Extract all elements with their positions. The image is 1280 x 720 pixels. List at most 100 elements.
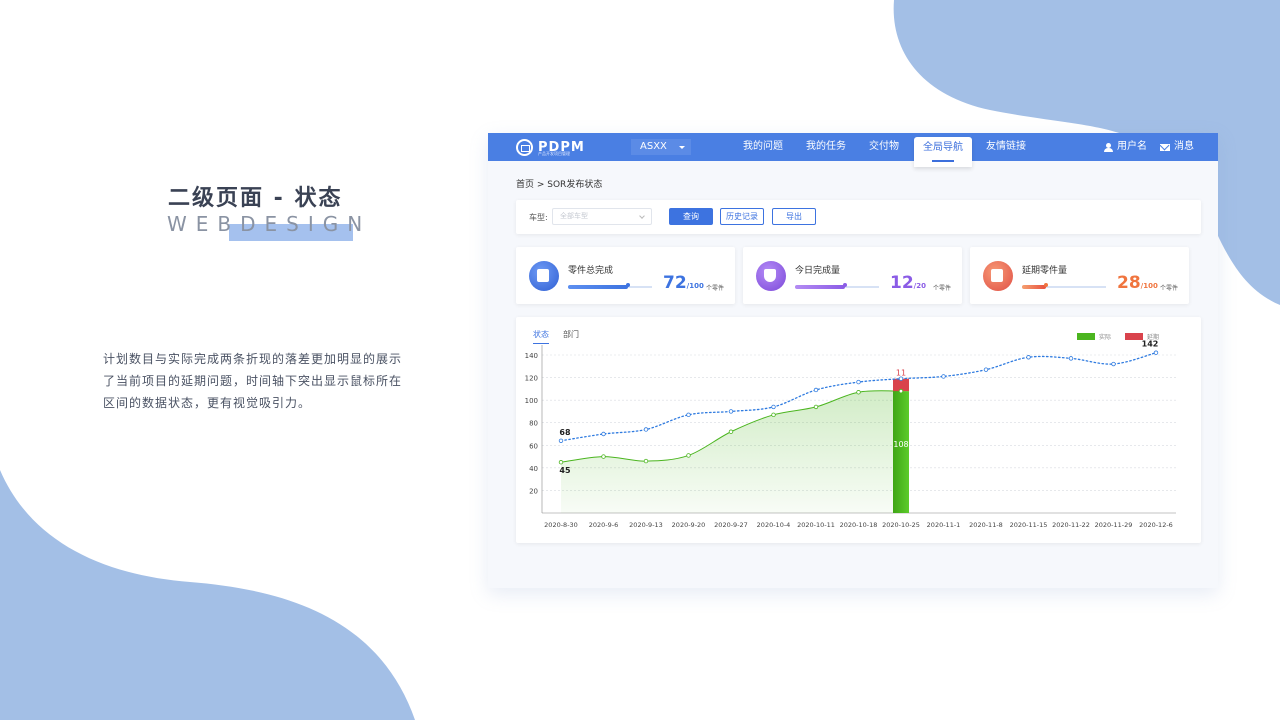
nav-item-global-nav[interactable]: 全局导航 — [914, 137, 972, 167]
x-tick-label: 2020-8-30 — [544, 521, 578, 529]
x-tick-label: 2020-12-6 — [1139, 521, 1173, 529]
actual-point — [601, 454, 606, 459]
stat-label: 零件总完成 — [568, 266, 614, 276]
y-tick-label: 20 — [529, 487, 538, 495]
nav-item-my-issues[interactable]: 我的问题 — [743, 133, 783, 161]
x-tick-label: 2020-9-27 — [714, 521, 748, 529]
plan-point — [983, 367, 989, 372]
y-tick-label: 80 — [529, 420, 538, 428]
y-tick-label: 140 — [525, 352, 538, 360]
nav-item-links[interactable]: 友情链接 — [986, 133, 1026, 161]
project-select-value: ASXX — [640, 141, 667, 152]
plan-point — [686, 412, 691, 418]
stat-value: 12/20 — [890, 273, 926, 293]
stat-unit: 个零件 — [933, 285, 952, 292]
plan-point — [1153, 350, 1159, 355]
history-button[interactable]: 历史记录 — [720, 208, 764, 225]
stat-card-today: 今日完成量 12/20 个零件 — [743, 247, 962, 304]
stat-value: 28/100 — [1117, 273, 1158, 293]
logo-subtext: 产品开发项目管理 — [538, 151, 570, 156]
messages-label: 消息 — [1174, 141, 1194, 152]
actual-point — [771, 412, 776, 418]
export-button[interactable]: 导出 — [772, 208, 816, 225]
x-tick-label: 2020-9-13 — [629, 521, 663, 529]
nav-item-my-tasks[interactable]: 我的任务 — [806, 133, 846, 161]
plan-point — [856, 379, 861, 385]
breadcrumb: 首页 > SOR发布状态 — [516, 180, 603, 190]
x-tick-label: 2020-11-1 — [927, 521, 961, 529]
plan-point — [1111, 361, 1116, 367]
progress-bar — [1022, 283, 1106, 289]
progress-bar — [568, 283, 652, 289]
page-description: 计划数目与实际完成两条折现的落差更加明显的展示了当前项目的延期问题，时间轴下突出… — [103, 352, 403, 410]
query-button[interactable]: 查询 — [669, 208, 713, 225]
stat-card-delayed: 延期零件量 28/100 个零件 — [970, 247, 1189, 304]
x-tick-label: 2020-11-22 — [1052, 521, 1090, 529]
data-label: 142 — [1142, 340, 1159, 349]
user-menu[interactable]: 用户名 — [1104, 133, 1147, 161]
actual-point — [898, 388, 904, 394]
user-name: 用户名 — [1117, 141, 1147, 152]
trophy-icon — [756, 261, 786, 291]
stat-unit: 个零件 — [706, 285, 725, 292]
actual-point — [686, 453, 691, 458]
status-line-chart[interactable]: 20 40 60 80 100 120 140 2020-8-30 2020-9-6 2020-9… — [516, 317, 1201, 543]
actual-point — [728, 429, 734, 434]
data-label: 45 — [559, 466, 571, 475]
caret-down-icon — [679, 146, 685, 149]
project-select[interactable]: ASXX — [631, 139, 691, 155]
x-tick-label: 2020-10-25 — [882, 521, 920, 529]
y-tick-label: 100 — [525, 397, 538, 405]
y-tick-label: 60 — [529, 442, 538, 450]
vehicle-type-placeholder: 全部车型 — [560, 212, 588, 220]
x-tick-label: 2020-9-6 — [589, 521, 619, 529]
page-subtitle: WEBDESIGN — [167, 212, 372, 236]
highlight-bar-actual — [893, 391, 909, 513]
stat-label: 今日完成量 — [795, 266, 841, 276]
highlight-delay-label: 11 — [896, 369, 906, 378]
plan-point — [558, 438, 564, 443]
plan-point — [643, 427, 649, 432]
plan-point — [601, 431, 606, 437]
user-icon — [1104, 142, 1113, 152]
stat-value: 72/100 — [663, 273, 704, 293]
x-tick-label: 2020-11-8 — [969, 521, 1003, 529]
badge-icon — [529, 261, 559, 291]
x-tick-label: 2020-10-18 — [840, 521, 878, 529]
stat-card-total: 零件总完成 72/100 个零件 — [516, 247, 735, 304]
x-tick-label: 2020-10-11 — [797, 521, 835, 529]
actual-point — [558, 460, 564, 465]
vehicle-type-select[interactable]: 全部车型 — [552, 208, 652, 225]
actual-point — [643, 458, 649, 464]
x-tick-label: 2020-11-29 — [1095, 521, 1133, 529]
highlight-actual-label: 108 — [893, 440, 908, 449]
logo[interactable]: PDPM 产品开发项目管理 — [516, 138, 585, 156]
logo-icon — [516, 138, 533, 156]
plan-point — [771, 404, 776, 410]
plan-point — [941, 374, 946, 379]
plan-point — [1068, 356, 1074, 361]
plan-point — [728, 409, 734, 414]
data-label: 68 — [559, 428, 571, 437]
filter-label: 车型: — [529, 213, 548, 222]
decorative-blob-bottom-left — [0, 470, 415, 720]
app-window: PDPM 产品开发项目管理 ASXX 我的问题 我的任务 交付物 全局导航 友情… — [488, 133, 1218, 588]
progress-bar — [795, 283, 879, 289]
x-tick-label: 2020-11-15 — [1010, 521, 1048, 529]
actual-point — [813, 404, 819, 410]
document-warning-icon — [983, 261, 1013, 291]
stat-label: 延期零件量 — [1022, 266, 1068, 276]
actual-area — [561, 390, 901, 513]
actual-point — [856, 390, 861, 395]
filter-bar: 车型: 全部车型 查询 历史记录 导出 — [516, 200, 1201, 234]
chevron-down-icon — [639, 213, 645, 219]
top-nav: PDPM 产品开发项目管理 ASXX 我的问题 我的任务 交付物 全局导航 友情… — [488, 133, 1218, 167]
y-tick-label: 40 — [529, 465, 538, 473]
x-tick-label: 2020-9-20 — [672, 521, 706, 529]
page-title: 二级页面 - 状态 — [168, 186, 343, 211]
stat-unit: 个零件 — [1160, 285, 1179, 292]
mail-icon — [1160, 143, 1170, 151]
chart-card: 状态 部门 实际 延期 20 40 60 80 100 120 140 2020-8-30 20… — [516, 317, 1201, 543]
messages-link[interactable]: 消息 — [1160, 133, 1194, 161]
nav-item-deliverables[interactable]: 交付物 — [869, 133, 899, 161]
